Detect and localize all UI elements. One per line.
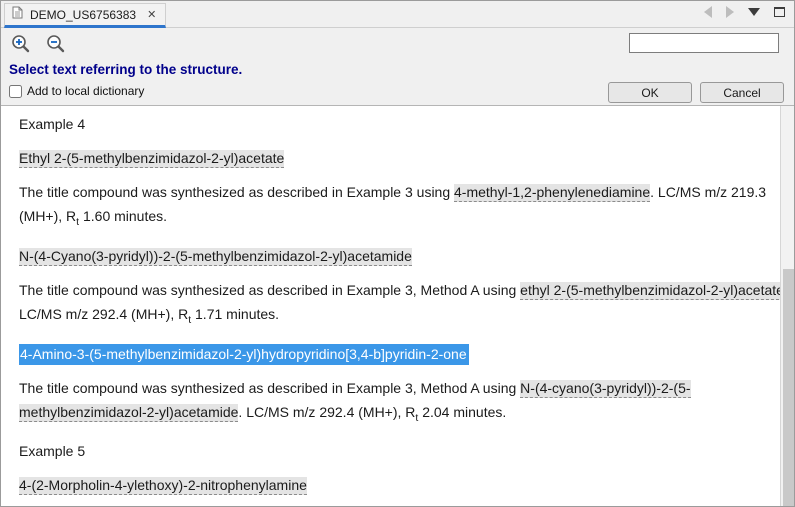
document-paragraph[interactable]: 4-(2-Morpholin-4-ylethoxy)-2-nitrophenyl… (19, 473, 774, 497)
text-segment[interactable]: The title compound was synthesized as de… (19, 282, 520, 298)
zoom-in-button[interactable] (10, 33, 32, 55)
zoom-out-button[interactable] (45, 33, 67, 55)
document-paragraph[interactable]: Example 4 (19, 112, 774, 136)
document-paragraph[interactable]: 4-Amino-3-(5-methylbenzimidazol-2-yl)hyd… (19, 342, 774, 366)
vertical-scrollbar[interactable] (780, 106, 795, 507)
text-segment[interactable]: Example 4 (19, 116, 85, 132)
zoom-buttons (10, 33, 67, 55)
restore-window-icon[interactable] (774, 7, 785, 17)
add-to-dictionary-checkbox[interactable] (9, 85, 22, 98)
entity-highlight[interactable]: 4-(2-Morpholin-4-ylethoxy)-2-nitrophenyl… (19, 477, 307, 495)
document-paragraph[interactable]: The title compound was synthesized as de… (19, 180, 774, 234)
add-to-dictionary-label[interactable]: Add to local dictionary (27, 84, 144, 98)
document-paragraph[interactable]: Example 5 (19, 439, 774, 463)
text-segment[interactable]: Example 5 (19, 443, 85, 459)
search-input[interactable] (629, 33, 779, 53)
toolbar (1, 29, 794, 60)
scrollbar-thumb[interactable] (783, 269, 794, 507)
chevron-down-icon[interactable] (748, 8, 760, 16)
controls-row: Add to local dictionary OK Cancel (1, 81, 794, 105)
text-segment[interactable]: 2.04 minutes. (418, 404, 506, 420)
dictionary-option: Add to local dictionary (9, 84, 144, 98)
text-segment[interactable]: LC/MS m/z 292.4 (MH+), R (19, 306, 188, 322)
ok-button[interactable]: OK (608, 82, 692, 103)
text-segment[interactable]: 1.60 minutes. (79, 208, 167, 224)
tab-title: DEMO_US6756383 (30, 8, 136, 22)
cancel-button[interactable]: Cancel (700, 82, 784, 103)
back-arrow-icon[interactable] (704, 6, 712, 18)
entity-highlight[interactable]: ethyl 2-(5-methylbenzimidazol-2-yl)aceta… (520, 282, 780, 300)
document-icon (12, 6, 23, 24)
forward-arrow-icon[interactable] (726, 6, 734, 18)
tab-bar: DEMO_US6756383 ✕ (1, 1, 794, 28)
tab-demo-document[interactable]: DEMO_US6756383 ✕ (4, 3, 166, 28)
annotation-window: DEMO_US6756383 ✕ (0, 0, 795, 507)
selected-text[interactable]: 4-Amino-3-(5-methylbenzimidazol-2-yl)hyd… (19, 344, 469, 365)
document-paragraph[interactable]: The title compound was synthesized as de… (19, 278, 774, 332)
document-paragraph[interactable]: The title compound was synthesized as de… (19, 376, 774, 430)
document-paragraph[interactable]: N-(4-Cyano(3-pyridyl))-2-(5-methylbenzim… (19, 244, 774, 268)
text-segment[interactable]: (MH+), R (19, 208, 76, 224)
entity-highlight[interactable]: methylbenzimidazol-2-yl)acetamide (19, 404, 238, 422)
magnifier-minus-icon (46, 34, 66, 54)
text-segment[interactable]: The title compound was synthesized as de… (19, 184, 454, 200)
magnifier-plus-icon (11, 34, 31, 54)
document-area: Example 4 Ethyl 2-(5-methylbenzimidazol-2… (1, 105, 795, 507)
entity-highlight[interactable]: N-(4-cyano(3-pyridyl))-2-(5- (520, 380, 690, 398)
text-segment[interactable]: . LC/MS m/z 292.4 (MH+), R (238, 404, 415, 420)
document-paragraph[interactable]: Ethyl 2-(5-methylbenzimidazol-2-yl)aceta… (19, 146, 774, 170)
prompt-text: Select text referring to the structure. (9, 62, 242, 77)
entity-highlight[interactable]: 4-methyl-1,2-phenylenediamine (454, 184, 650, 202)
tab-close-icon[interactable]: ✕ (147, 8, 156, 21)
text-segment[interactable]: . LC/MS m/z 219.3 (650, 184, 766, 200)
tab-nav-controls (704, 6, 785, 18)
entity-highlight[interactable]: N-(4-Cyano(3-pyridyl))-2-(5-methylbenzim… (19, 248, 412, 266)
text-segment[interactable]: The title compound was synthesized as de… (19, 380, 520, 396)
entity-highlight[interactable]: Ethyl 2-(5-methylbenzimidazol-2-yl)aceta… (19, 150, 284, 168)
document-body[interactable]: Example 4 Ethyl 2-(5-methylbenzimidazol-2… (1, 106, 780, 507)
text-segment[interactable]: 1.71 minutes. (191, 306, 279, 322)
